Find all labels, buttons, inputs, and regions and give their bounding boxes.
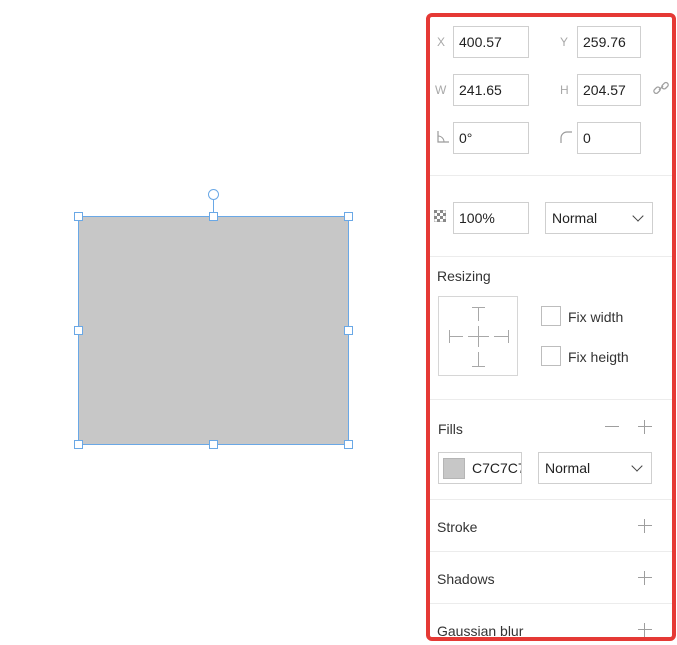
resizing-title: Resizing — [437, 268, 491, 284]
blend-mode-select[interactable]: Normal — [545, 202, 653, 234]
fill-color-swatch[interactable] — [443, 458, 465, 479]
resizing-constraints-widget[interactable] — [438, 296, 518, 376]
chevron-down-icon — [632, 210, 644, 222]
resize-handle-top-left[interactable] — [74, 212, 83, 221]
transform-section: X 400.57 Y 259.76 W 241.65 H 204.57 0° 0 — [430, 17, 672, 176]
corner-radius-icon — [559, 130, 573, 147]
y-input[interactable]: 259.76 — [577, 26, 641, 58]
constraint-right[interactable] — [494, 336, 508, 337]
opacity-input[interactable]: 100% — [453, 202, 529, 234]
resize-handle-bottom[interactable] — [209, 440, 218, 449]
rotation-handle[interactable] — [208, 189, 219, 200]
fills-section: Fills C7C7C7 Normal — [430, 400, 672, 500]
inspector-panel: X 400.57 Y 259.76 W 241.65 H 204.57 0° 0 — [426, 13, 676, 641]
resize-handle-bottom-left[interactable] — [74, 440, 83, 449]
x-input[interactable]: 400.57 — [453, 26, 529, 58]
add-stroke-plus-icon[interactable] — [638, 519, 652, 533]
selected-rectangle[interactable] — [78, 216, 349, 445]
resizing-section: Resizing Fix width Fix heigth — [430, 257, 672, 400]
appearance-section: 100% Normal — [430, 176, 672, 257]
w-label: W — [435, 83, 447, 97]
constraint-top[interactable] — [478, 307, 479, 321]
fix-height-checkbox[interactable] — [541, 346, 561, 366]
fill-blend-mode-select[interactable]: Normal — [538, 452, 652, 484]
add-fill-plus-icon[interactable] — [638, 420, 652, 434]
x-label: X — [437, 35, 446, 49]
constraint-center-h[interactable] — [468, 336, 489, 337]
stroke-section: Stroke — [430, 500, 672, 552]
chevron-down-icon — [631, 460, 643, 472]
resize-handle-left[interactable] — [74, 326, 83, 335]
fix-height-label: Fix heigth — [568, 349, 629, 365]
blend-mode-value: Normal — [552, 210, 598, 226]
rotation-input[interactable]: 0° — [453, 122, 529, 154]
stroke-title: Stroke — [437, 519, 478, 535]
add-shadow-plus-icon[interactable] — [638, 571, 652, 585]
shadows-section: Shadows — [430, 552, 672, 604]
link-icon[interactable] — [652, 79, 670, 100]
height-input[interactable]: 204.57 — [577, 74, 641, 106]
constraint-bottom[interactable] — [478, 352, 479, 366]
fill-color-hex: C7C7C7 — [472, 460, 522, 476]
resize-handle-right[interactable] — [344, 326, 353, 335]
remove-fill-minus-icon[interactable] — [605, 420, 619, 434]
add-blur-plus-icon[interactable] — [638, 623, 652, 637]
fix-width-checkbox[interactable] — [541, 306, 561, 326]
gaussian-blur-section: Gaussian blur — [430, 604, 672, 639]
fills-title: Fills — [438, 421, 463, 437]
resize-handle-top-right[interactable] — [344, 212, 353, 221]
opacity-icon — [433, 209, 447, 225]
shadows-title: Shadows — [437, 571, 495, 587]
resize-handle-top[interactable] — [209, 212, 218, 221]
fill-blend-mode-value: Normal — [545, 460, 591, 476]
fix-width-label: Fix width — [568, 309, 624, 325]
gaussian-blur-title: Gaussian blur — [437, 623, 524, 639]
resize-handle-bottom-right[interactable] — [344, 440, 353, 449]
width-input[interactable]: 241.65 — [453, 74, 529, 106]
angle-icon — [436, 130, 450, 147]
corner-radius-input[interactable]: 0 — [577, 122, 641, 154]
constraint-left[interactable] — [449, 336, 463, 337]
fill-color-field[interactable]: C7C7C7 — [438, 452, 522, 484]
y-label: Y — [560, 35, 569, 49]
h-label: H — [560, 83, 569, 97]
